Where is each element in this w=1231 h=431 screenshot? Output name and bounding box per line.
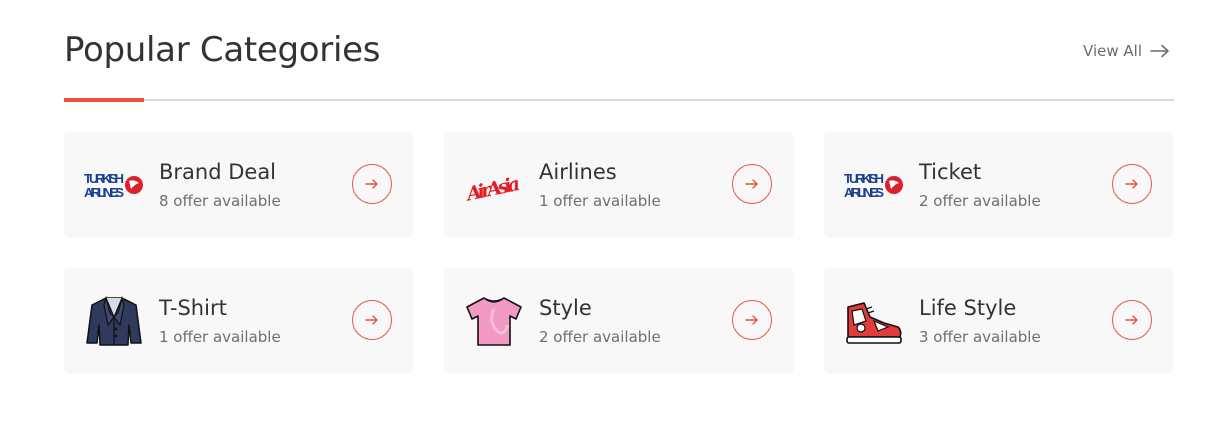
- arrow-right-icon: [1125, 315, 1138, 325]
- offer-count: 1 offer available: [159, 328, 281, 346]
- section-title: Popular Categories: [64, 30, 381, 70]
- category-name: Life Style: [919, 296, 1017, 320]
- arrow-right-icon: [745, 315, 758, 325]
- open-category-button[interactable]: [1112, 300, 1152, 340]
- arrow-right-icon: [1125, 179, 1138, 189]
- category-card-life-style[interactable]: Life Style 3 offer available: [824, 268, 1174, 374]
- category-card-airlines[interactable]: AirAsia Airlines 1 offer available: [444, 132, 794, 238]
- category-card-t-shirt[interactable]: T-Shirt 1 offer available: [64, 268, 414, 374]
- offer-count: 2 offer available: [919, 192, 1041, 210]
- svg-text:AirAsia: AirAsia: [464, 173, 522, 206]
- category-name: T-Shirt: [159, 296, 227, 320]
- blazer-icon: [84, 295, 144, 347]
- view-all-label: View All: [1083, 42, 1142, 60]
- tshirt-icon: [464, 295, 524, 347]
- turkish-airlines-logo: TURKISH AIRLINES: [844, 159, 904, 211]
- header-divider: [64, 99, 1174, 101]
- popular-categories-section: Popular Categories View All TURKISH AIRL…: [64, 0, 1174, 431]
- arrow-right-icon: [365, 315, 378, 325]
- airasia-logo: AirAsia: [464, 159, 524, 211]
- view-all-link[interactable]: View All: [1083, 42, 1170, 60]
- open-category-button[interactable]: [732, 300, 772, 340]
- open-category-button[interactable]: [732, 164, 772, 204]
- svg-text:AIRLINES: AIRLINES: [844, 185, 884, 200]
- turkish-airlines-logo: TURKISH AIRLINES: [84, 159, 144, 211]
- category-card-ticket[interactable]: TURKISH AIRLINES Ticket 2 offer availabl…: [824, 132, 1174, 238]
- svg-text:TURKISH: TURKISH: [84, 171, 124, 186]
- category-name: Ticket: [919, 160, 982, 184]
- arrow-right-icon: [365, 179, 378, 189]
- section-header: Popular Categories View All: [64, 0, 1174, 102]
- header-divider-accent: [64, 98, 144, 102]
- open-category-button[interactable]: [1112, 164, 1152, 204]
- category-card-brand-deal[interactable]: TURKISH AIRLINES Brand Deal 8 offer avai…: [64, 132, 414, 238]
- category-name: Style: [539, 296, 592, 320]
- svg-text:TURKISH: TURKISH: [844, 171, 884, 186]
- offer-count: 8 offer available: [159, 192, 281, 210]
- svg-text:AIRLINES: AIRLINES: [84, 185, 124, 200]
- category-name: Airlines: [539, 160, 617, 184]
- sneaker-icon: [844, 295, 904, 347]
- offer-count: 1 offer available: [539, 192, 661, 210]
- offer-count: 2 offer available: [539, 328, 661, 346]
- offer-count: 3 offer available: [919, 328, 1041, 346]
- category-name: Brand Deal: [159, 160, 277, 184]
- open-category-button[interactable]: [352, 164, 392, 204]
- category-card-style[interactable]: Style 2 offer available: [444, 268, 794, 374]
- arrow-right-icon: [745, 179, 758, 189]
- arrow-right-icon: [1150, 44, 1169, 58]
- open-category-button[interactable]: [352, 300, 392, 340]
